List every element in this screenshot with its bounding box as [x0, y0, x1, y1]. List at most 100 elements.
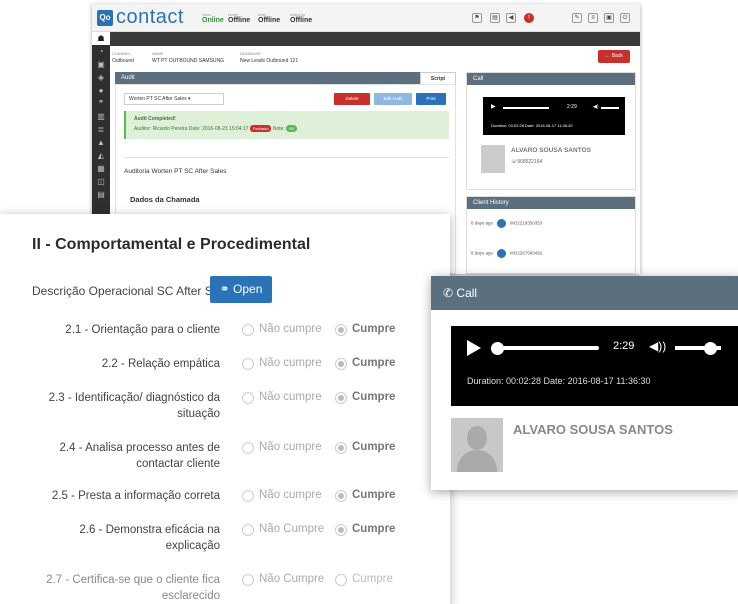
delete-button[interactable]: Delete [334, 93, 370, 105]
volume-icon[interactable]: ◀) [593, 104, 599, 110]
open-button[interactable]: ⚭ Open [210, 276, 272, 303]
option-cumpre-label[interactable]: Cumpre [352, 573, 393, 585]
radio-nao-cumpre[interactable] [242, 358, 254, 370]
radio-nao-cumpre[interactable] [242, 324, 254, 336]
audit-header: Audit [115, 72, 456, 84]
criterion-label: 2.7 - Certifica-se que o cliente fica es… [46, 574, 220, 602]
secondary-bar [92, 32, 640, 46]
education-icon[interactable]: ◭ [92, 149, 110, 162]
megaphone-icon[interactable]: ◀ [506, 13, 516, 23]
criterion-label: 2.3 - Identificação/ diagnóstico da situ… [48, 392, 220, 420]
call-card: ✆ Call 2:29 ◀)) Duration: 00:02:28 Date:… [431, 276, 738, 490]
edit-audit-button[interactable]: Edit Audit [374, 93, 412, 105]
dashboard-icon[interactable]: ◔ [92, 45, 110, 58]
option-nao-cumpre-label[interactable]: Não cumpre [259, 357, 322, 369]
audit-title: Auditoria Worten PT SC After Sales [124, 157, 449, 175]
option-nao-cumpre-label[interactable]: Não Cumpre [259, 573, 324, 585]
seek-bar[interactable] [495, 346, 599, 350]
book-icon[interactable]: ▥ [92, 110, 110, 123]
option-nao-cumpre-label[interactable]: Não cumpre [259, 489, 322, 501]
volume-bar-mini[interactable] [601, 107, 619, 109]
lock-icon[interactable]: ▣ [604, 13, 614, 23]
power-icon[interactable]: ⏻ [620, 13, 630, 23]
option-cumpre-label[interactable]: Cumpre [352, 441, 395, 453]
radio-cumpre[interactable] [335, 358, 347, 370]
flag-icon[interactable]: ⚑ [472, 13, 482, 23]
option-cumpre-label[interactable]: Cumpre [352, 523, 395, 535]
status-chat[interactable]: chat Offline [258, 12, 280, 24]
phone-icon [497, 219, 507, 228]
option-cumpre-label[interactable]: Cumpre [352, 391, 395, 403]
screenshot-stage: Qo contact voice Online email Offline chat… [0, 0, 738, 604]
radio-nao-cumpre[interactable] [242, 490, 254, 502]
avatar-mini [481, 145, 505, 173]
tags-icon[interactable]: ◈ [92, 71, 110, 84]
option-cumpre-label[interactable]: Cumpre [352, 323, 395, 335]
history-row[interactable]: 8 days ago MO2267500492 [471, 249, 542, 258]
stats-icon[interactable]: ◫ [92, 175, 110, 188]
radio-cumpre[interactable] [335, 574, 347, 586]
back-button[interactable]: ← Back [598, 50, 630, 63]
status-voice[interactable]: voice Online [202, 12, 224, 24]
contacts-icon[interactable]: ▣ [92, 58, 110, 71]
radio-cumpre[interactable] [335, 392, 347, 404]
channel-label: CHANNEL [112, 51, 132, 56]
seek-bar-mini[interactable] [503, 107, 549, 109]
phone-icon: ✆ [443, 286, 454, 300]
play-icon[interactable]: ▶ [491, 103, 496, 110]
logo-text: contact [116, 6, 184, 28]
status-email[interactable]: email Offline [228, 12, 250, 24]
channel-value: Outbound [112, 58, 134, 64]
radio-nao-cumpre[interactable] [242, 392, 254, 404]
user-icon[interactable]: ☗ [92, 32, 110, 45]
radio-cumpre[interactable] [335, 442, 347, 454]
radio-cumpre[interactable] [335, 524, 347, 536]
print-button[interactable]: Print [416, 93, 446, 105]
mini-duration: Duration: 00:02:28 Date: 2016-08-17 11:3… [491, 123, 573, 128]
print-icon[interactable]: ▤ [490, 13, 500, 23]
description-label: Descrição Operacional SC After Sales [32, 284, 235, 298]
audit-completed-alert: Audit Completed! Auditor: Ricardo Pereir… [124, 111, 449, 139]
caller-phone-mini: ☏968522164 [511, 159, 543, 165]
list-nav-icon[interactable]: ≣ [92, 123, 110, 136]
notification-icon[interactable]: ! [524, 13, 534, 23]
dados-title: Dados da Chamada [130, 195, 200, 204]
audio-player[interactable]: 2:29 ◀)) Duration: 00:02:28 Date: 2016-0… [451, 326, 738, 406]
radio-nao-cumpre[interactable] [242, 442, 254, 454]
radio-cumpre[interactable] [335, 490, 347, 502]
option-nao-cumpre-label[interactable]: Não Cumpre [259, 523, 324, 535]
option-nao-cumpre-label[interactable]: Não cumpre [259, 441, 322, 453]
option-cumpre-label[interactable]: Cumpre [352, 489, 395, 501]
option-cumpre-label[interactable]: Cumpre [352, 357, 395, 369]
radio-nao-cumpre[interactable] [242, 574, 254, 586]
call-mini-header: Call [467, 73, 635, 85]
edit-icon[interactable]: ✎ [572, 13, 582, 23]
logo-badge: Qo [97, 10, 113, 26]
volume-icon[interactable]: ◀)) [649, 339, 666, 353]
audio-player-mini[interactable]: ▶ 2:29 ◀) Duration: 00:02:28 Date: 2016-… [483, 97, 625, 135]
thumbs-up-icon[interactable]: ▲ [92, 136, 110, 149]
quote-icon[interactable]: ❞ [92, 97, 110, 110]
radio-nao-cumpre[interactable] [242, 524, 254, 536]
volume-handle[interactable] [703, 342, 717, 355]
chat-icon[interactable]: ● [92, 84, 110, 97]
option-nao-cumpre-label[interactable]: Não cumpre [259, 391, 322, 403]
option-nao-cumpre-label[interactable]: Não cumpre [259, 323, 322, 335]
mini-time: 2:29 [567, 104, 577, 110]
play-icon[interactable] [467, 340, 481, 356]
database-label: DATABASE [240, 51, 261, 56]
note-badge: 93 [286, 125, 297, 132]
history-row[interactable]: 8 days ago MO2219350353 [471, 219, 542, 228]
list-icon[interactable]: ≡ [588, 13, 598, 23]
avatar-body [457, 450, 497, 472]
seek-handle[interactable] [491, 342, 505, 355]
database-value: New Leads Outbound 121 [240, 58, 299, 64]
chart-icon[interactable]: ▦ [92, 162, 110, 175]
audit-select[interactable]: Worten PT SC After Sales ▾ [124, 93, 224, 105]
audit-header-label: Audit [121, 75, 135, 81]
status-webchat[interactable]: webchat Offline [290, 12, 312, 24]
caller-name: ALVARO SOUSA SANTOS [513, 422, 673, 437]
radio-cumpre[interactable] [335, 324, 347, 336]
settings-icon[interactable]: ▤ [92, 188, 110, 201]
alert-auditor: Auditor: Ricardo Pereira Date: 2016-08-2… [134, 126, 249, 132]
